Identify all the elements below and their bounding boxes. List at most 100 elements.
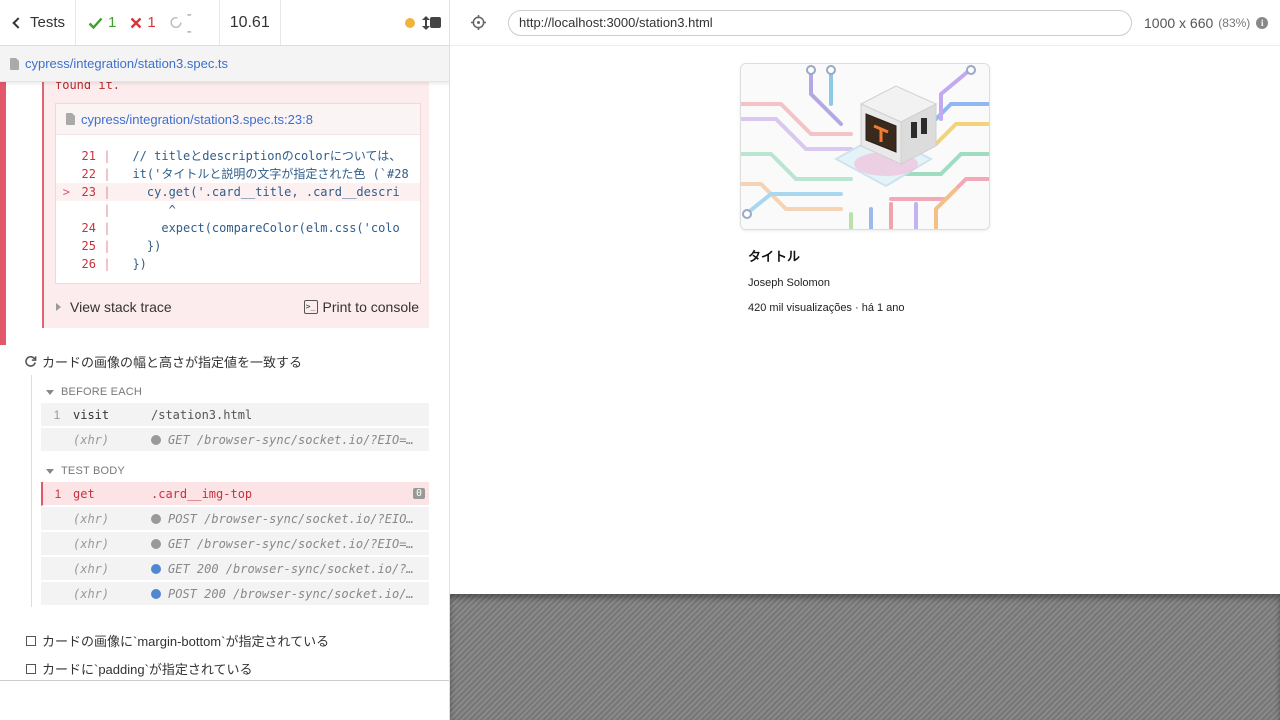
- code-line-marker: [56, 147, 70, 165]
- pending-count[interactable]: --: [170, 6, 195, 40]
- code-line-number: 26: [81, 257, 96, 271]
- card-title: タイトル: [748, 250, 801, 265]
- pending-test-item[interactable]: カードに`padding`が指定されている: [26, 659, 253, 678]
- caret-right-icon: [56, 303, 61, 311]
- code-line-gutter: |: [103, 203, 111, 217]
- pending-test-title: カードに`padding`が指定されている: [42, 662, 253, 677]
- command-row[interactable]: 1 get .card__img-top 0: [41, 482, 429, 506]
- info-icon[interactable]: i: [1256, 16, 1269, 29]
- url-input[interactable]: [508, 9, 1132, 36]
- spec-file-path[interactable]: cypress/integration/station3.spec.ts: [25, 56, 228, 71]
- command-message-text: /station3.html: [151, 407, 253, 422]
- code-line-gutter: |: [103, 239, 111, 253]
- code-line-marker: [56, 237, 70, 255]
- xhr-status-dot-icon: [151, 434, 161, 445]
- code-frame-header[interactable]: cypress/integration/station3.spec.ts:23:…: [56, 104, 420, 135]
- command-name: (xhr): [73, 432, 110, 447]
- code-line: 22 | it('タイトルと説明の文字が指定された色 (`#28: [56, 165, 420, 183]
- code-line-text: }): [118, 239, 162, 253]
- xhr-command-row[interactable]: (xhr) GET /browser-sync/socket.io/?EIO=…: [41, 428, 429, 452]
- print-to-console-label: Print to console: [322, 299, 420, 315]
- running-test-title[interactable]: カードの画像の幅と高さが指定値を一致する: [24, 352, 302, 371]
- xhr-status-dot-icon: [151, 563, 161, 574]
- code-line-marker: [56, 219, 70, 237]
- code-frame-file-link[interactable]: cypress/integration/station3.spec.ts:23:…: [81, 112, 313, 127]
- card-image: [740, 63, 990, 230]
- element-count-badge: 0: [412, 488, 425, 499]
- code-line-marker: [56, 255, 70, 273]
- code-line-marker: >: [62, 185, 70, 199]
- code-lines: 21 | // titleとdescriptionのcolorについては、 22 | …: [56, 147, 420, 273]
- test-counts: 1 1 --: [76, 0, 220, 45]
- error-panel: found it. cypress/integration/station3.s…: [42, 82, 429, 328]
- command-name: (xhr): [73, 511, 110, 526]
- command-message: .card__img-top: [151, 487, 413, 501]
- command-message-text: GET 200 /browser-sync/socket.io/?…: [168, 561, 414, 576]
- failed-count[interactable]: 1: [130, 14, 156, 31]
- xhr-command-row[interactable]: (xhr) POST /browser-sync/socket.io/?EIO…: [41, 507, 429, 531]
- command-name: (xhr): [73, 536, 110, 551]
- command-row[interactable]: 1 visit/station3.html: [41, 403, 429, 427]
- code-line-gutter: |: [103, 167, 111, 181]
- code-line: 24 | expect(compareColor(elm.css('colo: [56, 219, 420, 237]
- test-body-hook-header[interactable]: TEST BODY: [46, 465, 125, 477]
- command-name: get: [73, 486, 95, 501]
- run-controls: [281, 0, 449, 45]
- code-line-number: [70, 201, 96, 219]
- code-line: | ^: [56, 201, 420, 219]
- code-line-text: it('タイトルと説明の文字が指定された色 (`#28: [118, 167, 409, 181]
- tests-back-button[interactable]: Tests: [0, 0, 76, 45]
- error-message: found it.: [55, 82, 121, 92]
- command-name: visit: [73, 407, 110, 422]
- code-line-number: 22: [81, 167, 96, 181]
- caret-down-icon: [46, 389, 54, 395]
- print-to-console-button[interactable]: >_ Print to console: [303, 299, 420, 315]
- running-indicator-icon: [404, 17, 415, 28]
- duration: 10.61: [220, 0, 281, 45]
- code-line-number: 24: [81, 221, 96, 235]
- code-line-text: // titleとdescriptionのcolorについては、: [118, 149, 402, 163]
- reporter-panel: Tests 1 1 -- 10.61 cypress/integration/s…: [0, 0, 450, 720]
- command-message: /station3.html: [151, 408, 429, 422]
- xhr-command-row[interactable]: (xhr) POST 200 /browser-sync/socket.io/…: [41, 582, 429, 606]
- code-line-gutter: |: [103, 185, 111, 199]
- command-message: GET 200 /browser-sync/socket.io/?…: [151, 562, 429, 576]
- selector-playground-icon[interactable]: [470, 14, 487, 31]
- auto-scroll-toggle[interactable]: [404, 15, 430, 30]
- passed-count[interactable]: 1: [88, 14, 116, 31]
- xhr-status-dot-icon: [151, 538, 161, 549]
- pending-test-title: カードの画像に`margin-bottom`が指定されている: [42, 634, 330, 649]
- code-line-marker: [56, 165, 70, 183]
- command-message-text: POST /browser-sync/socket.io/?EIO…: [168, 511, 414, 526]
- command-message: GET /browser-sync/socket.io/?EIO=…: [151, 433, 429, 447]
- command-name: (xhr): [73, 586, 110, 601]
- spec-file-bar[interactable]: cypress/integration/station3.spec.ts: [0, 46, 449, 82]
- pending-circle-icon: [170, 16, 182, 29]
- refresh-spinner-icon: [25, 355, 37, 367]
- command-message: POST /browser-sync/socket.io/?EIO…: [151, 512, 429, 526]
- viewport-scale: (83%): [1218, 15, 1251, 30]
- tests-label: Tests: [29, 14, 65, 31]
- code-line-gutter: |: [103, 221, 111, 235]
- before-each-hook-header[interactable]: BEFORE EACH: [46, 386, 142, 398]
- code-line-text: cy.get('.card__title, .card__descri: [118, 185, 400, 199]
- failed-test-indicator: [0, 82, 6, 345]
- command-message-text: .card__img-top: [151, 486, 253, 501]
- code-line-gutter: |: [103, 257, 111, 271]
- view-stack-trace-toggle[interactable]: View stack trace: [56, 299, 172, 315]
- code-line-number: 25: [81, 239, 96, 253]
- xhr-command-row[interactable]: (xhr) GET /browser-sync/socket.io/?EIO=…: [41, 532, 429, 556]
- aut-iframe: タイトル Joseph Solomon 420 mil visualizaçõe…: [450, 46, 1280, 594]
- aut-empty-area: [450, 594, 1280, 720]
- command-message-text: GET /browser-sync/socket.io/?EIO=…: [168, 432, 414, 447]
- circuit-box-illustration: [741, 64, 989, 229]
- xhr-command-row[interactable]: (xhr) GET 200 /browser-sync/socket.io/?…: [41, 557, 429, 581]
- reporter-header: Tests 1 1 -- 10.61: [0, 0, 449, 46]
- command-number: 1: [54, 486, 62, 501]
- command-message: GET /browser-sync/socket.io/?EIO=…: [151, 537, 429, 551]
- viewport-size: 1000 x 660: [1144, 14, 1214, 31]
- stop-button[interactable]: [429, 17, 441, 28]
- code-line: 21 | // titleとdescriptionのcolorについては、: [56, 147, 420, 165]
- pending-test-item[interactable]: カードの画像に`margin-bottom`が指定されている: [26, 631, 329, 650]
- viewport-info[interactable]: 1000 x 660 (83%) i: [1144, 14, 1269, 31]
